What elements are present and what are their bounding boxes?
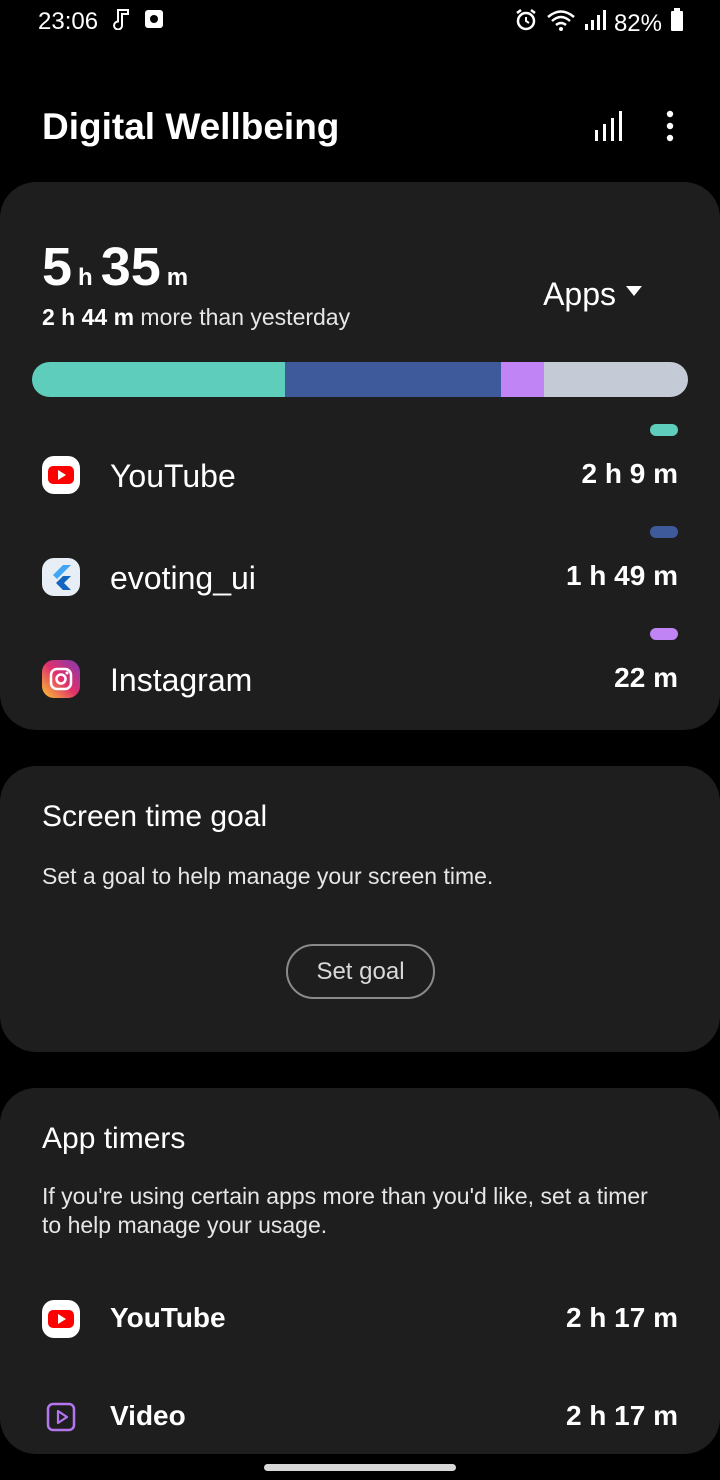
app-name: evoting_ui [110,560,256,596]
usage-card[interactable]: 5 h 35 m 2 h 44 m more than yesterday Ap… [0,182,720,730]
app-name: Instagram [110,662,253,698]
app-usage-row-instagram[interactable]: Instagram 22 m [0,628,720,712]
battery-icon [670,8,684,39]
app-time: 2 h 17 m [565,1302,678,1333]
goal-description: Set a goal to help manage your screen ti… [42,863,494,889]
chevron-down-icon[interactable] [626,286,642,296]
timers-title: App timers [42,1122,186,1155]
alarm-icon [514,8,538,39]
usage-bar-segment [544,362,688,397]
app-time: 2 h 9 m [581,458,678,489]
status-left-icons [112,8,164,35]
screen-time-goal-card: Screen time goal Set a goal to help mana… [0,766,720,1052]
usage-bar-segment [501,362,545,397]
goal-title: Screen time goal [42,800,268,833]
legend-dot [650,526,678,538]
navigation-handle[interactable] [264,1464,456,1471]
minutes-unit: m [166,264,189,291]
more-vert-icon[interactable] [666,110,674,147]
timer-row-youtube[interactable]: YouTube 2 h 17 m [0,1296,720,1346]
app-name: YouTube [110,458,236,494]
usage-bar [32,362,688,397]
legend-dot [650,424,678,436]
video-player-icon [42,1398,80,1436]
flutter-icon [42,558,80,596]
comparison-suffix: more than yesterday [134,304,351,330]
app-time: 2 h 17 m [565,1400,678,1431]
youtube-icon [42,456,80,494]
app-timers-card[interactable]: App timers If you're using certain apps … [0,1088,720,1454]
header-actions [594,110,674,147]
set-goal-button[interactable]: Set goal [286,944,435,999]
category-filter[interactable]: Apps [543,276,616,313]
total-screen-time: 5 h 35 m [42,236,196,298]
signal-icon [584,9,606,38]
status-time: 23:06 [38,8,99,35]
usage-bar-segment [285,362,502,397]
category-filter-label: Apps [543,276,616,312]
app-name: Video [110,1400,186,1431]
square-app-icon [144,9,164,34]
legend-dot [650,628,678,640]
youtube-icon [42,1300,80,1338]
app-usage-row-youtube[interactable]: YouTube 2 h 9 m [0,424,720,508]
app-time: 22 m [614,662,678,693]
comparison-amount: 2 h 44 m [42,304,135,330]
app-usage-row-evoting[interactable]: evoting_ui 1 h 49 m [0,526,720,610]
status-bar: 23:06 82% [0,0,720,42]
comparison-text: 2 h 44 m more than yesterday [42,304,350,331]
total-minutes: 35 [100,237,161,297]
timers-description: If you're using certain apps more than y… [42,1183,648,1238]
hours-unit: h [78,264,93,291]
usage-bar-segment [32,362,286,397]
total-hours: 5 [42,237,73,297]
timer-row-video[interactable]: Video 2 h 17 m [0,1394,720,1444]
battery-text: 82% [613,9,662,37]
status-right-icons: 82% [514,8,684,39]
wifi-icon [546,9,576,38]
bar-chart-icon[interactable] [594,110,624,147]
page-title: Digital Wellbeing [42,106,340,147]
instagram-icon [42,660,80,698]
app-time: 1 h 49 m [565,560,678,591]
music-note-icon [112,8,130,35]
app-name: YouTube [110,1302,226,1333]
